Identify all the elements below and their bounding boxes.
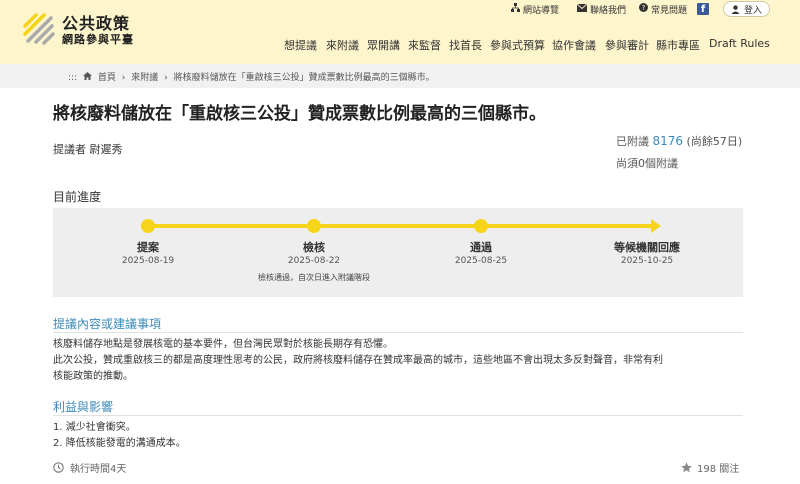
user-icon <box>731 4 740 14</box>
faq-link[interactable]: ? 常見問題 <box>639 3 688 16</box>
breadcrumb-current: 將核廢料儲放在「重啟核三公投」贊成票數比例最高的三個縣市。 <box>173 73 435 83</box>
breadcrumb-separator-icon: › <box>164 73 168 83</box>
page-title: 將核廢料儲放在「重啟核三公投」贊成票數比例最高的三個縣市。 <box>53 104 546 124</box>
nav-audit[interactable]: 參與審計 <box>605 37 649 53</box>
duration-text: 執行時間4天 <box>70 464 127 475</box>
question-icon: ? <box>639 3 648 15</box>
signed-prefix: 已附議 <box>616 135 649 148</box>
site-header: 公共政策 網路參與平臺 網站導覽 聯絡我們 ? 常見問題 f 登入 想提議 來附… <box>0 0 800 64</box>
contact-link[interactable]: 聯絡我們 <box>576 3 627 16</box>
signature-count: 已附議 8176 (尚餘57日) <box>616 133 742 149</box>
faq-label: 常見問題 <box>651 5 688 16</box>
benefits-heading: 利益與影響 <box>53 400 114 414</box>
login-button[interactable]: 登入 <box>723 1 770 17</box>
home-icon[interactable] <box>82 72 95 83</box>
benefit-item: 1. 減少社會衝突。 <box>53 422 136 433</box>
stage-name: 等候機關回應 <box>614 241 680 254</box>
stage-name: 提案 <box>137 241 159 254</box>
signed-remaining: (尚餘57日) <box>686 135 743 148</box>
content-line: 核能政策的推動。 <box>53 371 133 382</box>
breadcrumb: ::: 首頁 › 來附議 › 將核廢料儲放在「重啟核三公投」贊成票數比例最高的三… <box>68 70 438 83</box>
clock-icon <box>53 462 64 473</box>
svg-text:?: ? <box>642 4 646 12</box>
follow-count: 198 關注 <box>697 464 740 475</box>
signatures-needed: 尚須0個附議 <box>616 157 678 170</box>
progress-timeline: 提案 2025-08-19 檢核 2025-08-22 檢核通過，自次日進入附議… <box>53 208 743 297</box>
nav-supervise[interactable]: 來監督 <box>408 37 441 53</box>
nav-draft-rules[interactable]: Draft Rules <box>709 37 770 50</box>
stage-name: 通過 <box>470 241 492 254</box>
stage-dot-review <box>307 219 321 233</box>
nav-officials[interactable]: 找首長 <box>449 37 482 53</box>
progress-track <box>148 224 653 228</box>
breadcrumb-bar: ::: 首頁 › 來附議 › 將核廢料儲放在「重啟核三公投」贊成票數比例最高的三… <box>0 64 800 88</box>
stage-date: 2025-08-19 <box>121 256 175 266</box>
nav-discuss[interactable]: 眾開講 <box>367 37 400 53</box>
nav-collab[interactable]: 協作會議 <box>552 37 596 53</box>
content-line: 此次公投，贊成重啟核三的都是高度理性思考的公民，政府將核廢料儲存在贊成率最高的城… <box>53 355 663 366</box>
follow-button[interactable]: 198 關注 <box>681 460 739 475</box>
contact-label: 聯絡我們 <box>590 5 627 16</box>
benefit-item: 2. 降低核能發電的溝通成本。 <box>53 438 186 449</box>
login-label: 登入 <box>743 5 762 16</box>
signed-count: 8176 <box>652 134 684 148</box>
logo-subtitle[interactable]: 網路參與平臺 <box>62 31 134 47</box>
logo-icon[interactable] <box>22 12 56 46</box>
breadcrumb-menu-icon: ::: <box>68 73 78 83</box>
stage-date: 2025-08-22 <box>287 256 341 266</box>
duration: 執行時間4天 <box>53 460 126 475</box>
nav-county[interactable]: 縣市專區 <box>656 37 700 53</box>
mail-icon <box>576 3 588 15</box>
progress-label: 目前進度 <box>53 190 102 204</box>
stage-date: 2025-08-25 <box>454 256 508 266</box>
breadcrumb-separator-icon: › <box>121 73 126 83</box>
nav-budget[interactable]: 參與式預算 <box>490 37 545 53</box>
nav-endorse[interactable]: 來附議 <box>326 37 359 53</box>
stage-name: 檢核 <box>303 241 325 254</box>
content-line: 核廢料儲存地點是發展核電的基本要件，但台灣民眾對於核能長期存有恐懼。 <box>53 339 393 350</box>
facebook-icon[interactable]: f <box>697 3 709 15</box>
sitemap-icon <box>511 3 520 15</box>
stage-date: 2025-10-25 <box>620 256 674 266</box>
divider <box>53 415 743 416</box>
nav-propose[interactable]: 想提議 <box>284 37 317 53</box>
breadcrumb-home[interactable]: 首頁 <box>98 73 116 83</box>
stage-dot-proposal <box>141 219 155 233</box>
divider <box>53 332 743 333</box>
star-icon <box>681 462 692 473</box>
proposer: 提議者 尉遲秀 <box>53 143 123 156</box>
stage-dot-passed <box>474 219 488 233</box>
stage-note: 檢核通過，自次日進入附議階段 <box>258 273 370 282</box>
sitemap-link[interactable]: 網站導覽 <box>511 3 560 16</box>
breadcrumb-section[interactable]: 來附議 <box>131 73 158 83</box>
content-heading: 提議內容或建議事項 <box>53 317 162 331</box>
sitemap-label: 網站導覽 <box>523 5 560 16</box>
progress-arrow-icon <box>651 219 661 233</box>
